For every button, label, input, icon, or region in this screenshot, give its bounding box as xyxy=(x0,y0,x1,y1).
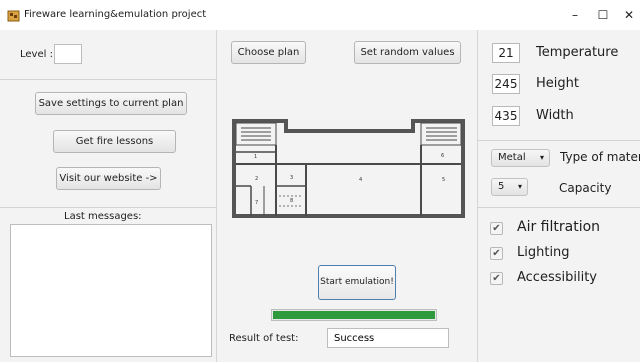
start-emulation-button[interactable]: Start emulation! xyxy=(318,265,396,300)
left-divider-bottom xyxy=(0,207,216,208)
lighting-checkbox[interactable]: ✔ xyxy=(490,247,503,260)
emulation-progress-bar xyxy=(271,309,437,321)
capacity-value: 5 xyxy=(498,181,505,192)
right-divider-bottom xyxy=(478,207,640,208)
save-settings-button[interactable]: Save settings to current plan xyxy=(35,92,187,115)
check-icon: ✔ xyxy=(492,248,501,259)
check-icon: ✔ xyxy=(492,273,501,284)
width-input[interactable]: 435 xyxy=(492,106,520,126)
material-dropdown[interactable]: Metal ▾ xyxy=(491,149,550,167)
chevron-down-icon: ▾ xyxy=(517,182,522,191)
last-messages-area[interactable] xyxy=(10,224,212,357)
level-input[interactable] xyxy=(54,44,82,64)
temperature-label: Temperature xyxy=(536,45,619,60)
room-label: 1 xyxy=(254,154,257,160)
room-label: 5 xyxy=(442,177,445,183)
accessibility-checkbox[interactable]: ✔ xyxy=(490,272,503,285)
room-label: 8 xyxy=(290,198,293,204)
temperature-input[interactable]: 21 xyxy=(492,43,520,63)
result-field[interactable] xyxy=(327,328,449,348)
floor-plan[interactable]: 1 2 3 4 5 6 7 8 xyxy=(231,116,467,224)
left-divider-top xyxy=(0,79,216,80)
capacity-label: Capacity xyxy=(559,181,612,195)
maximize-icon[interactable]: ☐ xyxy=(593,6,613,24)
window-titlebar: Fireware learning&emulation project – ☐ … xyxy=(0,0,640,30)
last-messages-label: Last messages: xyxy=(64,211,142,222)
window-title: Fireware learning&emulation project xyxy=(24,9,207,20)
app-icon xyxy=(7,10,20,22)
height-input[interactable]: 245 xyxy=(492,74,520,94)
right-panel-divider xyxy=(477,30,478,362)
room-label: 6 xyxy=(441,153,444,159)
material-label: Type of materia xyxy=(560,150,640,164)
minimize-icon[interactable]: – xyxy=(565,6,585,24)
right-divider-top xyxy=(478,140,640,141)
width-label: Width xyxy=(536,108,574,123)
chevron-down-icon: ▾ xyxy=(539,153,544,162)
room-label: 7 xyxy=(255,200,258,206)
choose-plan-button[interactable]: Choose plan xyxy=(231,41,306,64)
get-fire-lessons-button[interactable]: Get fire lessons xyxy=(53,130,176,153)
accessibility-label: Accessibility xyxy=(517,270,597,285)
level-label: Level : xyxy=(20,49,53,60)
air-filtration-label: Air filtration xyxy=(517,219,601,235)
height-label: Height xyxy=(536,76,579,91)
capacity-dropdown[interactable]: 5 ▾ xyxy=(491,178,528,196)
check-icon: ✔ xyxy=(492,223,501,234)
room-label: 2 xyxy=(255,176,258,182)
lighting-label: Lighting xyxy=(517,245,570,260)
left-panel-divider xyxy=(216,30,217,362)
result-label: Result of test: xyxy=(229,333,299,344)
room-label: 3 xyxy=(290,175,293,181)
set-random-values-button[interactable]: Set random values xyxy=(354,41,461,64)
close-icon[interactable]: ✕ xyxy=(619,6,639,24)
room-label: 4 xyxy=(359,177,362,183)
material-value: Metal xyxy=(498,152,526,163)
visit-website-button[interactable]: Visit our website -> xyxy=(56,167,161,190)
progress-fill xyxy=(273,311,435,319)
air-filtration-checkbox[interactable]: ✔ xyxy=(490,222,503,235)
